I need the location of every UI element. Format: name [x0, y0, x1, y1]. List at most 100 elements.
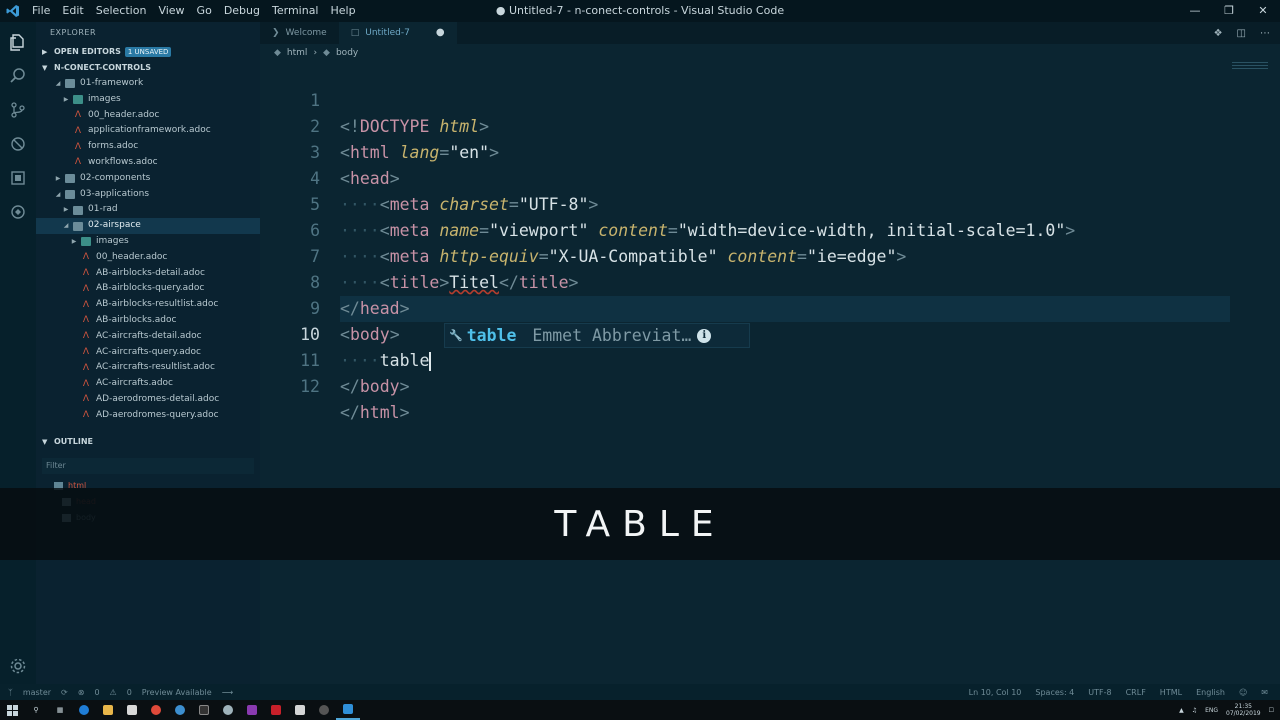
cursor-position[interactable]: Ln 10, Col 10	[969, 688, 1022, 697]
folder-item[interactable]: ▶ 02-components	[36, 171, 260, 187]
info-icon[interactable]: i	[697, 328, 712, 343]
close-icon[interactable]: ✕	[1246, 0, 1280, 22]
folder-item[interactable]: ◢ 02-airspace	[36, 218, 260, 234]
menu-help[interactable]: Help	[325, 0, 362, 22]
folder-item[interactable]: ◢ 01-framework	[36, 76, 260, 92]
taskbar-clock[interactable]: 21:35 07/02/2019	[1226, 703, 1261, 717]
project-section[interactable]: ▼ N-CONECT-CONTROLS	[36, 60, 260, 76]
breadcrumb-body[interactable]: body	[336, 48, 358, 58]
chevron-down-icon: ◢	[55, 80, 61, 87]
suggestion-label[interactable]: table	[467, 326, 517, 345]
indentation[interactable]: Spaces: 4	[1035, 688, 1074, 697]
menu-edit[interactable]: Edit	[56, 0, 89, 22]
language-mode[interactable]: HTML	[1160, 688, 1182, 697]
extensions-icon[interactable]	[8, 168, 28, 188]
asciidoc-file-icon: Λ	[82, 267, 90, 278]
file-item[interactable]: Λ AB-airblocks-detail.adoc	[36, 266, 260, 282]
line-ending[interactable]: CRLF	[1126, 688, 1146, 697]
menu-file[interactable]: File	[26, 0, 56, 22]
encoding[interactable]: UTF-8	[1088, 688, 1111, 697]
outline-section[interactable]: ▼ OUTLINE	[36, 434, 260, 450]
settings-gear-icon[interactable]	[8, 656, 28, 676]
bell-icon[interactable]: ✉	[1261, 688, 1268, 697]
split-editor-icon[interactable]: ◫	[1237, 28, 1246, 39]
tab-welcome[interactable]: ❯ Welcome	[260, 22, 339, 44]
file-item[interactable]: Λ 00_header.adoc	[36, 250, 260, 266]
minimap[interactable]	[1232, 62, 1268, 72]
file-item[interactable]: Λforms.adoc	[36, 139, 260, 155]
netflix-icon[interactable]	[264, 700, 288, 720]
input-language[interactable]: ENG	[1205, 707, 1218, 714]
minimize-icon[interactable]: —	[1178, 0, 1212, 22]
onenote-icon[interactable]	[240, 700, 264, 720]
app-icon[interactable]	[288, 700, 312, 720]
open-editors-section[interactable]: ▶ OPEN EDITORS 1 UNSAVED	[36, 44, 260, 60]
menu-go[interactable]: Go	[191, 0, 218, 22]
tab-untitled-7[interactable]: □ Untitled-7 ●	[338, 22, 457, 44]
feedback-smiley-icon[interactable]: ☺	[1239, 688, 1247, 697]
file-item[interactable]: Λ 00_header.adoc	[36, 108, 260, 124]
clock-app-icon[interactable]	[312, 700, 336, 720]
chrome-icon[interactable]	[144, 700, 168, 720]
debug-icon[interactable]	[8, 134, 28, 154]
chevron-right-icon: ▶	[63, 95, 69, 103]
remote-icon[interactable]	[8, 202, 28, 222]
code-editor[interactable]: 1 <!DOCTYPE html> 2 <html lang="en"> 3 <…	[260, 62, 1280, 682]
menu-selection[interactable]: Selection	[90, 0, 153, 22]
volume-icon[interactable]: ♫	[1192, 707, 1197, 714]
file-item[interactable]: Λ AD-aerodromes-detail.adoc	[36, 392, 260, 408]
suggestion-widget[interactable]: 🔧 table Emmet Abbreviat… i	[444, 323, 750, 348]
file-item[interactable]: Λapplicationframework.adoc	[36, 123, 260, 139]
file-explorer-icon[interactable]	[96, 700, 120, 720]
folder-item[interactable]: ▶ 01-rad	[36, 202, 260, 218]
file-item[interactable]: Λ AC-aircrafts-resultlist.adoc	[36, 360, 260, 376]
preview-status[interactable]: Preview Available	[142, 688, 212, 697]
file-item[interactable]: Λ AC-aircrafts-query.adoc	[36, 345, 260, 361]
locale[interactable]: English	[1196, 688, 1225, 697]
edge-browser-icon[interactable]	[72, 700, 96, 720]
menu-debug[interactable]: Debug	[218, 0, 266, 22]
vscode-taskbar-icon[interactable]	[336, 700, 360, 720]
file-item[interactable]: Λ AB-airblocks-resultlist.adoc	[36, 297, 260, 313]
branch-name[interactable]: master	[23, 688, 51, 697]
notifications-icon[interactable]: ☐	[1269, 707, 1274, 714]
menu-view[interactable]: View	[152, 0, 190, 22]
task-view-icon[interactable]: ▦	[48, 700, 72, 720]
windows-start-icon[interactable]	[0, 700, 24, 720]
folder-item[interactable]: ◢ 03-applications	[36, 187, 260, 203]
wordpress-icon[interactable]	[168, 700, 192, 720]
network-icon[interactable]: ▲	[1179, 707, 1184, 714]
tree-item-label: AC-aircrafts-detail.adoc	[96, 330, 202, 341]
outline-filter-input[interactable]: Filter	[42, 458, 254, 474]
file-item[interactable]: Λ AC-aircrafts-detail.adoc	[36, 329, 260, 345]
search-icon[interactable]: ⚲	[24, 700, 48, 720]
tree-item-label: AB-airblocks.adoc	[96, 314, 177, 325]
file-item[interactable]: Λ AB-airblocks.adoc	[36, 313, 260, 329]
maximize-icon[interactable]: ❐	[1212, 0, 1246, 22]
file-item[interactable]: Λ AC-aircrafts.adoc	[36, 376, 260, 392]
folder-item[interactable]: ▶ images	[36, 92, 260, 108]
files-icon[interactable]	[8, 32, 28, 52]
folder-item[interactable]: ▶ images	[36, 234, 260, 250]
terminal-icon[interactable]	[192, 700, 216, 720]
search-icon[interactable]	[8, 66, 28, 86]
unsaved-dot-icon[interactable]: ●	[436, 22, 445, 44]
menu-terminal[interactable]: Terminal	[266, 0, 325, 22]
breadcrumb-html[interactable]: html	[287, 48, 308, 58]
live-share-icon[interactable]: ⟶	[222, 688, 233, 697]
file-item[interactable]: Λ AB-airblocks-query.adoc	[36, 281, 260, 297]
tree-item-label: images	[88, 93, 121, 104]
file-icon: □	[350, 28, 360, 38]
sync-icon[interactable]: ⟳	[61, 688, 68, 697]
open-changes-icon[interactable]: ❖	[1214, 28, 1223, 39]
file-item[interactable]: Λworkflows.adoc	[36, 155, 260, 171]
store-icon[interactable]	[120, 700, 144, 720]
source-control-icon[interactable]	[8, 100, 28, 120]
file-item[interactable]: Λ AD-aerodromes-query.adoc	[36, 408, 260, 424]
more-actions-icon[interactable]: ⋯	[1260, 28, 1270, 39]
warning-count[interactable]: 0	[127, 688, 132, 697]
tree-item-label: 02-airspace	[88, 220, 141, 231]
error-count[interactable]: 0	[94, 688, 99, 697]
cloud-app-icon[interactable]	[216, 700, 240, 720]
folder-icon	[65, 79, 75, 89]
